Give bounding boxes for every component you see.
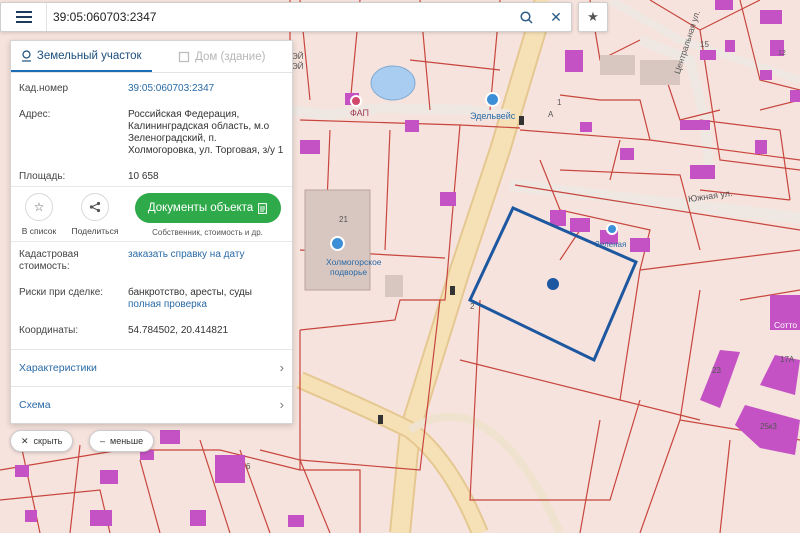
address-label: Адрес:: [19, 109, 51, 120]
map-label-fap: ФАП: [350, 108, 370, 118]
collapse-panel-button[interactable]: – меньше: [89, 430, 155, 452]
house-number: 15: [700, 40, 709, 49]
share-button[interactable]: Поделиться: [67, 193, 123, 236]
house-number: А: [548, 110, 554, 119]
hide-label: скрыть: [33, 436, 63, 446]
risks-value: банкротство, аресты, суды полная проверк…: [128, 287, 284, 311]
characteristics-label: Характеристики: [19, 361, 97, 374]
pin-icon: [21, 49, 31, 62]
less-label: меньше: [110, 436, 144, 446]
menu-button[interactable]: [1, 3, 47, 31]
documents-block: Документы объекта Собственник, стоимость…: [123, 193, 292, 237]
house-number: 2: [470, 302, 475, 311]
object-info-panel: Земельный участок Дом (здание) Кад.номер…: [10, 40, 293, 424]
scheme-label: Схема: [19, 398, 51, 411]
road-marker: [519, 116, 524, 125]
road-marker: [450, 286, 455, 295]
address-line: Зеленоградский, п.: [128, 133, 217, 144]
tab-land-plot-label: Земельный участок: [36, 49, 142, 62]
documents-button-label: Документы объекта: [147, 202, 254, 214]
search-icon[interactable]: [511, 3, 541, 31]
shop-icon[interactable]: [606, 223, 618, 235]
shop-icon[interactable]: [485, 92, 500, 107]
map-label-sotto: Сотто: [774, 320, 798, 330]
cad-number-label: Кад.номер: [19, 83, 69, 94]
tab-building-label: Дом (здание): [195, 50, 266, 63]
house-number: 23: [712, 366, 721, 375]
scheme-section[interactable]: Схема ›: [11, 386, 292, 422]
label-line: Кадастровая: [19, 249, 79, 260]
star-icon: ★: [587, 9, 599, 24]
coordinates-label: Координаты:: [19, 325, 79, 336]
favorites-button[interactable]: ★: [578, 2, 608, 32]
chevron-right-icon: ›: [279, 360, 284, 375]
house-number: 17А: [780, 355, 795, 364]
cadastral-value-label: Кадастровая стоимость:: [19, 249, 128, 273]
map-label-podvorie: подворье: [330, 267, 368, 277]
add-to-list-label: В список: [21, 226, 57, 236]
map-label-edelveis: Эдельвейс: [470, 111, 516, 121]
map-label-zelenaya: Зеленая: [595, 240, 627, 249]
address-line: Калининградская область, м.о: [128, 121, 270, 132]
cad-number-value[interactable]: 39:05:060703:2347: [128, 83, 284, 95]
order-certificate-link[interactable]: заказать справку на дату: [128, 249, 284, 273]
address-line: Холмогоровка, ул. Торговая, з/у 1: [128, 145, 284, 156]
shop-icon[interactable]: [330, 236, 345, 251]
address-row: Адрес: Российская Федерация, Калининград…: [11, 109, 292, 157]
hamburger-icon: [15, 16, 32, 18]
share-label: Поделиться: [71, 226, 119, 236]
document-icon: [258, 202, 268, 214]
area-label: Площадь:: [19, 171, 66, 182]
cad-number-row: Кад.номер 39:05:060703:2347: [11, 83, 292, 95]
risks-row: Риски при сделке: банкротство, аресты, с…: [11, 287, 292, 311]
panel-tabs: Земельный участок Дом (здание): [11, 41, 292, 73]
house-number: 25к3: [760, 422, 777, 431]
selected-parcel-marker[interactable]: [547, 278, 559, 290]
add-to-list-button[interactable]: ☆ В список: [11, 193, 67, 236]
area-row: Площадь: 10 658: [11, 171, 292, 183]
documents-subtitle: Собственник, стоимость и др.: [152, 228, 263, 237]
star-outline-icon: ☆: [25, 193, 53, 221]
hide-panel-button[interactable]: ✕ скрыть: [10, 430, 74, 452]
characteristics-section[interactable]: Характеристики ›: [11, 349, 292, 385]
search-bar: ✕: [0, 2, 572, 32]
house-number: 6: [246, 462, 251, 471]
cadastral-value-row: Кадастровая стоимость: заказать справку …: [11, 249, 292, 273]
close-icon[interactable]: ✕: [541, 3, 571, 31]
house-number: 21: [339, 215, 348, 224]
chevron-right-icon: ›: [279, 397, 284, 412]
tab-building[interactable]: Дом (здание): [152, 41, 293, 72]
share-icon: [81, 193, 109, 221]
risks-text: банкротство, аресты, суды: [128, 287, 252, 298]
map-label-fragment: ЭЙ: [292, 52, 304, 61]
pond: [370, 65, 416, 101]
area-value: 10 658: [128, 171, 159, 182]
house-number: 12: [778, 50, 786, 57]
tab-land-plot[interactable]: Земельный участок: [11, 41, 152, 72]
address-line: Российская Федерация,: [128, 109, 240, 120]
coordinates-row: Координаты: 54.784502, 20.414821: [11, 325, 292, 337]
search-input[interactable]: [47, 3, 511, 31]
road-marker: [378, 415, 383, 424]
risks-label: Риски при сделке:: [19, 287, 104, 298]
map-label-kholmogorskoe: Холмогорское: [326, 257, 382, 267]
coordinates-value: 54.784502, 20.414821: [128, 325, 229, 336]
close-icon: ✕: [21, 435, 29, 446]
full-check-link[interactable]: полная проверка: [128, 299, 284, 311]
minus-icon: –: [100, 436, 106, 446]
label-line: стоимость:: [19, 261, 70, 272]
map-label-fragment: ЭЙ: [292, 62, 304, 71]
house-number: 1: [557, 98, 562, 107]
actions-bar: ☆ В список Поделиться Документы объекта …: [11, 186, 292, 242]
building-icon: [178, 51, 190, 62]
address-value: Российская Федерация, Калининградская об…: [128, 109, 284, 157]
medical-icon[interactable]: [350, 95, 362, 107]
documents-button[interactable]: Документы объекта: [134, 193, 281, 223]
